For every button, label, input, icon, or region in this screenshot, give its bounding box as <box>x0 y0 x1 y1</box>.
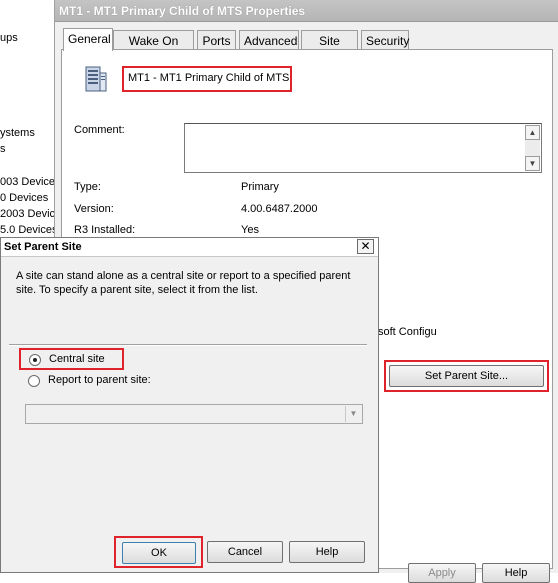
close-icon[interactable]: ✕ <box>357 239 374 254</box>
central-site-label: Central site <box>49 353 105 365</box>
central-site-radio[interactable] <box>29 354 41 366</box>
site-name-label: MT1 - MT1 Primary Child of MTS <box>122 66 292 92</box>
scroll-down-icon[interactable]: ▼ <box>525 156 540 171</box>
r3-installed-label: R3 Installed: <box>74 224 136 236</box>
tree-item[interactable]: 2003 Devices <box>0 208 55 220</box>
scroll-up-icon[interactable]: ▲ <box>525 125 540 140</box>
comment-label: Comment: <box>74 124 125 136</box>
tab-ports[interactable]: Ports <box>197 30 236 50</box>
tab-security[interactable]: Security <box>361 30 409 50</box>
comment-field[interactable]: ▲ ▼ <box>184 123 542 173</box>
ok-highlight: OK <box>114 536 203 568</box>
r3-installed-value: Yes <box>241 224 259 236</box>
ok-button[interactable]: OK <box>122 542 196 564</box>
version-value: 4.00.6487.2000 <box>241 203 318 215</box>
comment-scrollbar[interactable]: ▲ ▼ <box>525 125 540 171</box>
set-parent-site-highlight: Set Parent Site... <box>384 360 549 392</box>
dialog-help-button[interactable]: Help <box>289 541 365 563</box>
set-parent-site-button[interactable]: Set Parent Site... <box>389 365 544 387</box>
tab-strip: General Wake On LAN Ports Advanced Site … <box>61 28 555 62</box>
report-to-parent-label: Report to parent site: <box>48 374 151 386</box>
tree-item[interactable]: 5.0 Devices <box>0 224 55 236</box>
partial-text: soft Configu <box>378 326 437 338</box>
report-to-parent-radio[interactable] <box>28 375 40 387</box>
central-site-highlight: Central site <box>19 348 124 370</box>
tree-item[interactable]: 003 Devices <box>0 176 55 188</box>
tree-item[interactable]: ystems <box>0 127 35 139</box>
cancel-button[interactable]: Cancel <box>207 541 283 563</box>
tab-wake-on-lan[interactable]: Wake On LAN <box>113 30 194 62</box>
props-help-button[interactable]: Help <box>482 563 550 583</box>
type-value: Primary <box>241 181 279 193</box>
set-parent-site-dialog: Set Parent Site ✕ A site can stand alone… <box>0 237 379 573</box>
server-tower-icon <box>82 65 108 93</box>
version-label: Version: <box>74 203 114 215</box>
divider <box>9 344 367 346</box>
tab-general[interactable]: General <box>63 28 113 51</box>
properties-title: MT1 - MT1 Primary Child of MTS Propertie… <box>55 0 558 22</box>
parent-site-select[interactable]: ▼ <box>25 404 363 424</box>
dialog-description: A site can stand alone as a central site… <box>16 270 351 296</box>
tree-item[interactable]: s <box>0 143 6 155</box>
apply-button[interactable]: Apply <box>408 563 476 583</box>
chevron-down-icon[interactable]: ▼ <box>345 406 361 422</box>
tab-advanced[interactable]: Advanced <box>239 30 299 50</box>
tree-item[interactable]: 0 Devices <box>0 192 48 204</box>
tab-site-mode[interactable]: Site Mode <box>301 30 358 62</box>
dialog-title: Set Parent Site ✕ <box>1 238 378 257</box>
tree-item[interactable]: ups <box>0 32 18 44</box>
dialog-title-text: Set Parent Site <box>4 241 82 253</box>
type-label: Type: <box>74 181 101 193</box>
